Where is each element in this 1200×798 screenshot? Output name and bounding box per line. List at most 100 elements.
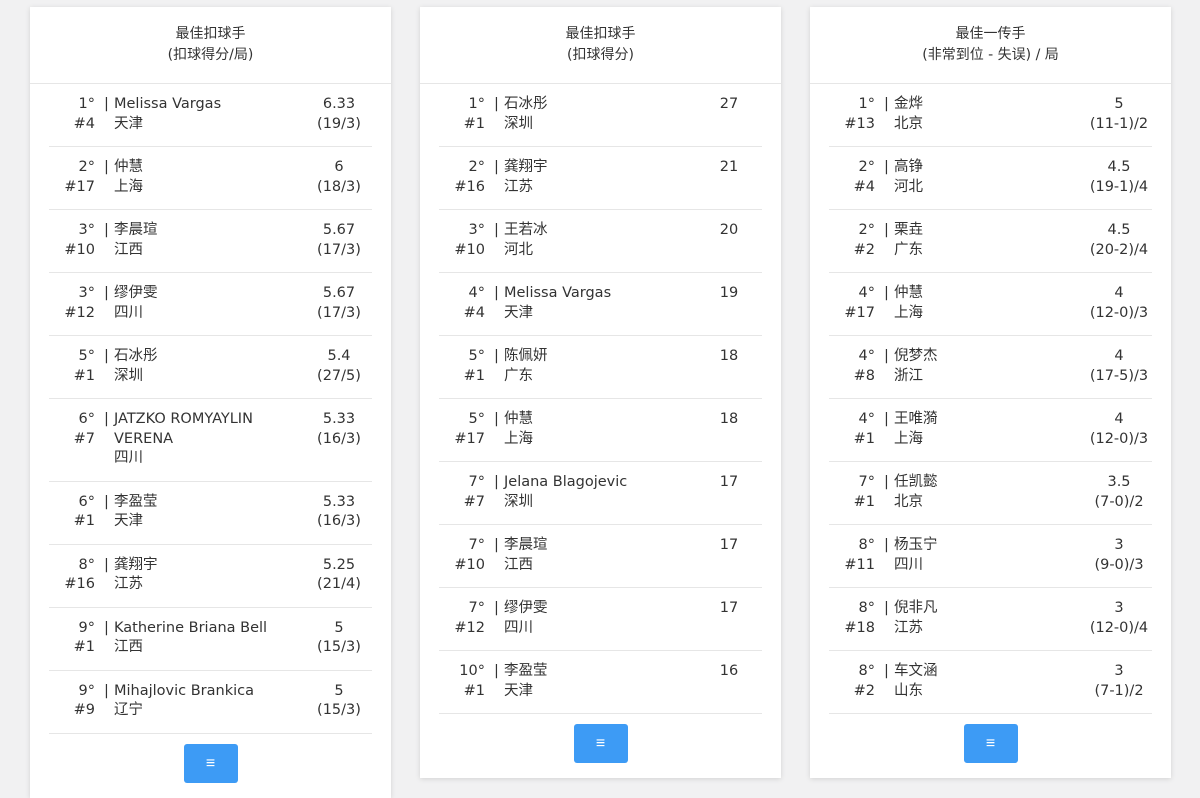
stat-cell: 18 [671,410,787,430]
team-name: 深圳 [504,115,533,132]
player-info: 李盈莹 天津 [504,662,664,701]
card-title: 最佳扣球手 [175,26,246,42]
ranking-row: 1° #13 | 金烨 北京 5 (11-1)/2 [829,84,1152,147]
rank-position: 7° [468,537,485,553]
separator: | [884,663,889,679]
team-name: 广东 [894,241,923,258]
ranking-row: 5° #1 | 石冰彤 深圳 5.4 (27/5) [49,336,372,399]
stat-cell: 16 [671,662,787,682]
rank-position: 6° [78,411,95,427]
separator: | [104,159,109,175]
player-name: 李晨瑄 [114,222,158,238]
card-best-spiker-total: 最佳扣球手 (扣球得分) 1° #1 | 石冰彤 深圳 27 2° #16 | 龚翔宇 江苏 21 3° #1… [420,7,781,778]
ranking-row: 1° #1 | 石冰彤 深圳 27 [439,84,762,147]
ranking-row: 8° #16 | 龚翔宇 江苏 5.25 (21/4) [49,545,372,608]
rank-position: 10° [459,663,485,679]
ranking-row: 2° #4 | 高铮 河北 4.5 (19-1)/4 [829,147,1152,210]
card-title: 最佳扣球手 [565,26,636,42]
rank-position: 6° [78,493,95,510]
player-name: 倪非凡 [894,600,938,616]
rank-position: 1° [78,96,95,112]
player-name: Melissa Vargas [114,96,222,112]
team-name: 江西 [114,241,143,258]
team-name: 山东 [894,682,923,699]
team-name: 北京 [894,115,923,132]
rank-cell: 2° #2 [829,221,875,260]
rank-cell: 7° #10 [439,536,485,575]
team-name: 浙江 [894,367,923,384]
rank-cell: 7° #7 [439,473,485,512]
rank-cell: 4° #17 [829,284,875,323]
card-best-receiver: 最佳一传手 (非常到位 - 失误) / 局 1° #13 | 金烨 北京 5 (11-1)/2 2… [810,7,1171,778]
stat-detail: (11-1)/2 [1089,115,1149,132]
ranking-list: 1° #13 | 金烨 北京 5 (11-1)/2 2° #4 | 高铮 河北 4.5 (19-1)/4 2… [829,84,1152,714]
stat-cell: 5.33 (16/3) [281,493,397,532]
rank-cell: 5° #17 [439,410,485,449]
jersey-number: #8 [853,367,875,384]
separator: | [104,493,109,510]
player-name: 高铮 [894,159,923,175]
stat-value: 21 [719,159,739,175]
stat-value: 5.33 [322,493,356,510]
rank-cell: 1° #4 [49,95,95,134]
rank-position: 3° [78,222,95,238]
stat-detail: (12-0)/4 [1089,619,1149,636]
jersey-number: #12 [454,619,485,636]
player-info: 龚翔宇 江苏 [504,158,664,197]
player-name: 石冰彤 [504,96,548,112]
rank-position: 9° [78,619,95,636]
more-list-button[interactable]: ≡ [963,724,1018,763]
player-name: 龚翔宇 [504,159,548,175]
stat-detail: (15/3) [317,639,361,655]
ranking-row: 8° #2 | 车文涵 山东 3 (7-1)/2 [829,651,1152,714]
stat-detail: (9-0)/3 [1094,556,1144,573]
rank-cell: 2° #17 [49,158,95,197]
separator: | [884,285,889,301]
separator: | [884,600,889,616]
team-name: 广东 [504,367,533,384]
player-info: 仲慧 上海 [894,284,1054,323]
team-name: 上海 [894,304,923,321]
stat-cell: 4 (12-0)/3 [1061,284,1177,323]
stat-value: 4 [1114,285,1124,301]
separator: | [884,222,889,238]
player-info: 李盈莹 天津 [114,493,274,532]
player-name: Katherine Briana Bell [114,619,268,636]
jersey-number: #10 [454,556,485,573]
player-name: 王唯漪 [894,411,938,427]
rank-position: 5° [468,411,485,427]
more-list-button[interactable]: ≡ [573,724,628,763]
rank-position: 9° [78,682,95,699]
stat-value: 16 [719,663,739,679]
stat-detail: (15/3) [317,702,361,718]
player-name: 李盈莹 [504,663,548,679]
ranking-list: 1° #4 | Melissa Vargas 天津 6.33 (19/3) 2° #17 | 仲慧上… [49,84,372,734]
stat-cell: 5.25 (21/4) [281,556,397,595]
more-list-button[interactable]: ≡ [183,743,238,783]
jersey-number: #10 [454,241,485,258]
team-name: 江苏 [894,619,923,636]
player-name: 龚翔宇 [114,556,158,573]
team-name: 天津 [114,513,143,529]
rank-position: 8° [858,537,875,553]
team-name: 河北 [504,241,533,258]
jersey-number: #7 [73,430,95,447]
separator: | [884,159,889,175]
player-info: 石冰彤 深圳 [504,95,664,134]
rank-cell: 5° #1 [439,347,485,386]
card-header: 最佳一传手 (非常到位 - 失误) / 局 [810,7,1171,84]
player-info: 任凯懿 北京 [894,473,1054,512]
stat-value: 3 [1114,663,1124,679]
ranking-row: 3° #10 | 李晨瑄 江西 5.67 (17/3) [49,210,372,273]
jersey-number: #10 [64,241,95,258]
jersey-number: #1 [853,430,875,447]
separator: | [494,663,499,679]
stat-value: 27 [719,96,739,112]
stat-value: 5.67 [322,222,356,238]
ranking-row: 5° #17 | 仲慧 上海 18 [439,399,762,462]
player-name: 李晨瑄 [504,537,548,553]
team-name: 上海 [894,430,923,447]
rank-position: 5° [468,348,485,364]
ranking-row: 9° #1 | Katherine Briana Bell 江西 5 (15/3) [49,608,372,671]
rank-position: 1° [468,96,485,112]
